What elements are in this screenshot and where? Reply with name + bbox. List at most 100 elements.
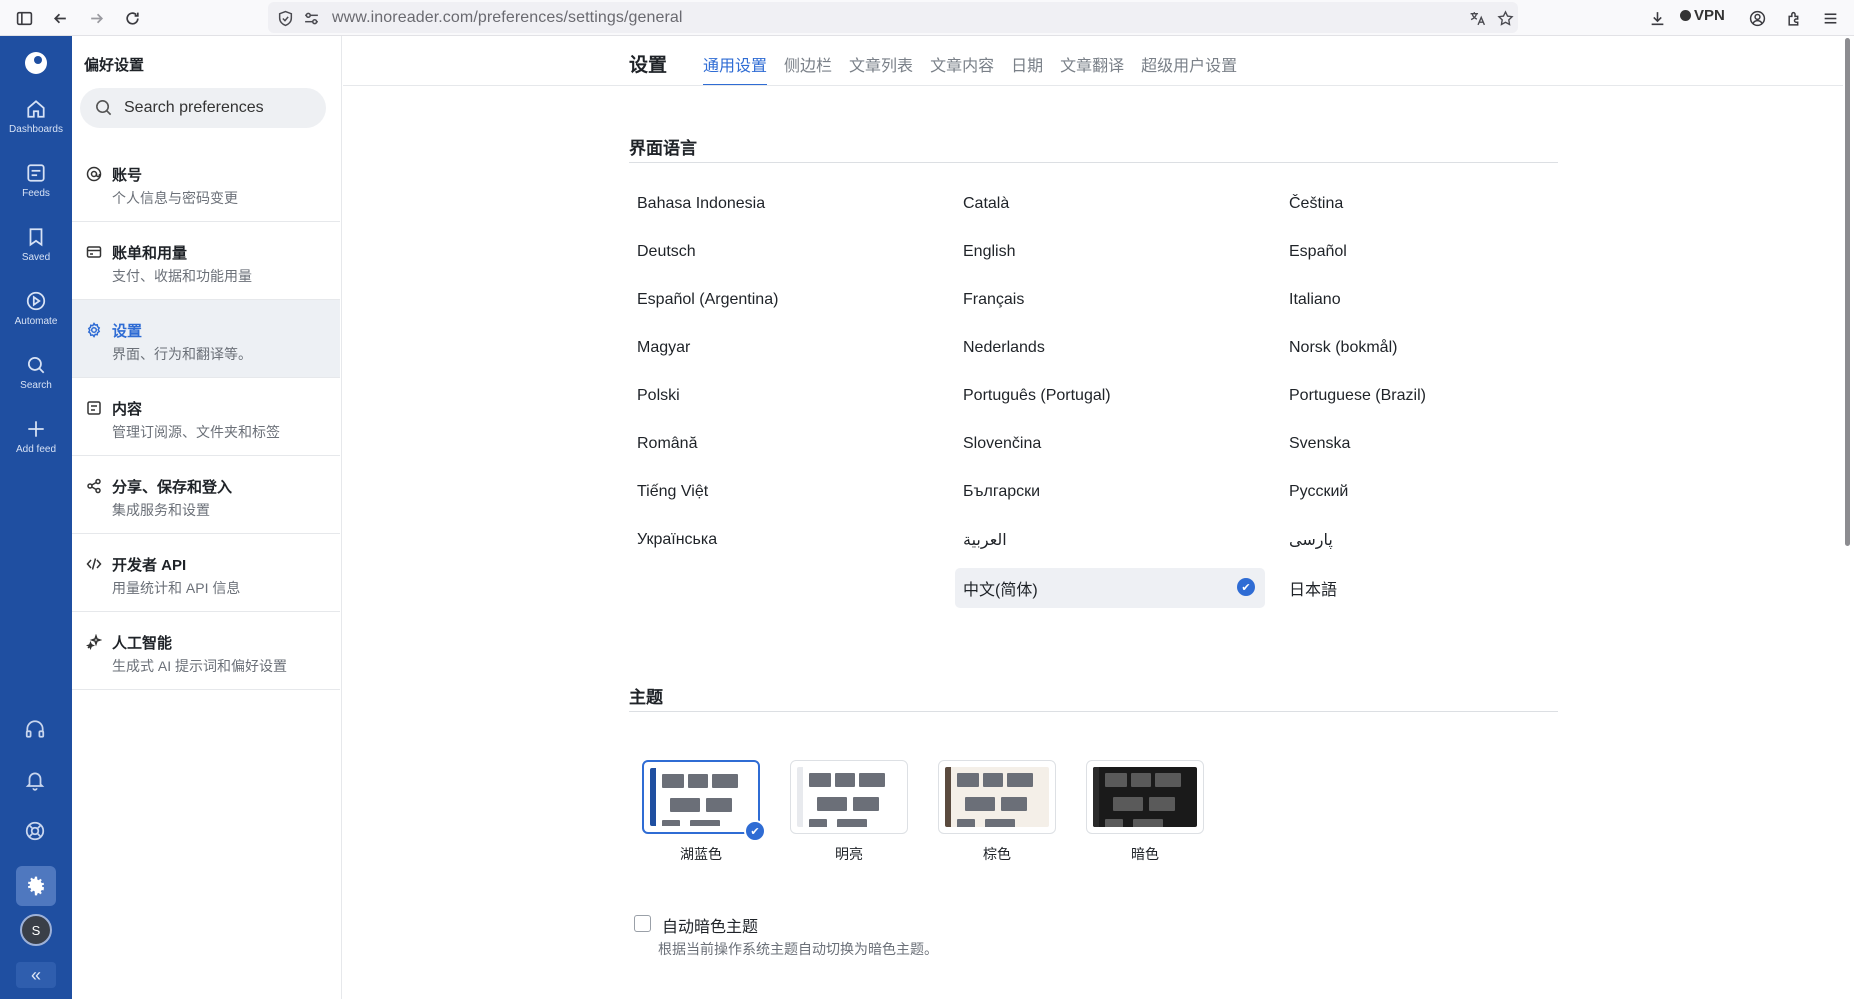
theme-option[interactable]: 明亮 <box>790 760 908 864</box>
theme-preview[interactable]: ✔ <box>642 760 766 842</box>
tab-general[interactable]: 通用设置 <box>703 52 768 86</box>
pref-item-label: 开发者 API <box>112 557 187 574</box>
rail-item-search[interactable]: Search <box>0 348 72 408</box>
rail-item-automate[interactable]: Automate <box>0 284 72 344</box>
language-option[interactable]: العربية <box>955 520 1265 560</box>
language-label: Magyar <box>637 339 691 356</box>
pref-item-billing[interactable]: 账单和用量 支付、收据和功能用量 <box>72 222 340 300</box>
auto-dark-theme-label[interactable]: 自动暗色主题 <box>662 913 758 937</box>
theme-option[interactable]: ✔ 湖蓝色 <box>642 760 766 864</box>
tab-article-content[interactable]: 文章内容 <box>930 52 994 84</box>
language-option[interactable]: Svenska <box>1281 424 1591 464</box>
tab-article-list[interactable]: 文章列表 <box>849 52 913 84</box>
language-option[interactable]: Català <box>955 184 1265 224</box>
translate-icon[interactable] <box>1466 7 1488 29</box>
share-icon <box>86 478 104 496</box>
theme-preview[interactable] <box>938 760 1056 834</box>
theme-preview[interactable] <box>1086 760 1204 834</box>
language-option[interactable]: 中文(简体) ✔ <box>955 568 1265 608</box>
language-label: Portuguese (Brazil) <box>1289 387 1426 404</box>
language-option[interactable]: English <box>955 232 1265 272</box>
language-label: Nederlands <box>963 339 1045 356</box>
language-label: Bahasa Indonesia <box>637 195 766 212</box>
headphones-icon[interactable] <box>24 718 48 742</box>
inoreader-logo-icon[interactable] <box>25 52 47 74</box>
language-option[interactable]: پارسی <box>1281 520 1591 560</box>
reload-icon[interactable] <box>120 6 144 30</box>
pref-item-ai[interactable]: 人工智能 生成式 AI 提示词和偏好设置 <box>72 612 340 690</box>
home-icon <box>27 100 45 118</box>
tab-power-user[interactable]: 超级用户设置 <box>1141 52 1237 84</box>
forward-icon[interactable] <box>84 6 108 30</box>
at-sign-icon <box>86 166 104 184</box>
vpn-button[interactable]: VPN <box>1680 7 1725 24</box>
auto-dark-theme-checkbox[interactable] <box>634 915 651 932</box>
pref-item-label: 人工智能 <box>112 635 173 652</box>
bell-icon[interactable] <box>24 769 48 793</box>
sidebar-toggle-icon[interactable] <box>12 6 36 30</box>
rail-item-add-feed[interactable]: Add feed <box>0 412 72 472</box>
language-option[interactable]: Čeština <box>1281 184 1591 224</box>
language-option[interactable]: Русский <box>1281 472 1591 512</box>
pref-item-account[interactable]: 账号 个人信息与密码变更 <box>72 144 340 222</box>
language-section-title: 界面语言 <box>629 139 697 158</box>
language-option[interactable]: Tiếng Việt <box>629 472 939 512</box>
language-option[interactable]: Български <box>955 472 1265 512</box>
language-label: Slovenčina <box>963 435 1042 452</box>
language-option[interactable]: Español (Argentina) <box>629 280 939 320</box>
preferences-search[interactable] <box>80 88 326 128</box>
language-option[interactable]: Español <box>1281 232 1591 272</box>
language-option[interactable]: Français <box>955 280 1265 320</box>
language-option[interactable]: Polski <box>629 376 939 416</box>
pref-item-sharing[interactable]: 分享、保存和登入 集成服务和设置 <box>72 456 340 534</box>
language-option[interactable]: Nederlands <box>955 328 1265 368</box>
address-bar[interactable]: www.inoreader.com/preferences/settings/g… <box>268 2 1518 33</box>
settings-tabs: 设置 通用设置 侧边栏 文章列表 文章内容 日期 文章翻译 超级用户设置 <box>629 50 1254 86</box>
user-avatar[interactable]: S <box>20 914 52 946</box>
tabs-divider <box>343 85 1843 86</box>
language-option[interactable]: Portuguese (Brazil) <box>1281 376 1591 416</box>
language-label: 中文(简体) <box>963 582 1038 599</box>
language-label: العربية <box>963 532 1007 549</box>
site-settings-icon[interactable] <box>300 7 322 29</box>
bookmark-star-icon[interactable] <box>1494 7 1516 29</box>
theme-label: 暗色 <box>1131 846 1159 862</box>
menu-icon[interactable] <box>1818 6 1842 30</box>
pref-item-settings[interactable]: 设置 界面、行为和翻译等。 <box>72 300 340 378</box>
help-icon[interactable] <box>24 820 48 844</box>
download-icon[interactable] <box>1645 6 1669 30</box>
search-preferences-input[interactable] <box>124 88 314 128</box>
credit-card-icon <box>86 244 104 262</box>
theme-preview[interactable] <box>790 760 908 834</box>
account-icon[interactable] <box>1745 6 1769 30</box>
back-icon[interactable] <box>48 6 72 30</box>
language-option[interactable]: Română <box>629 424 939 464</box>
rail-settings-button[interactable] <box>16 866 56 906</box>
language-option[interactable]: Slovenčina <box>955 424 1265 464</box>
language-option[interactable]: Deutsch <box>629 232 939 272</box>
tab-article-translation[interactable]: 文章翻译 <box>1060 52 1124 84</box>
collapse-sidebar-button[interactable]: « <box>16 962 56 988</box>
rail-item-saved[interactable]: Saved <box>0 220 72 280</box>
search-icon <box>27 356 45 374</box>
scrollbar[interactable] <box>1845 38 1850 546</box>
theme-option[interactable]: 暗色 <box>1086 760 1204 864</box>
pref-item-developer-api[interactable]: 开发者 API 用量统计和 API 信息 <box>72 534 340 612</box>
language-option[interactable]: Italiano <box>1281 280 1591 320</box>
language-option[interactable]: Português (Portugal) <box>955 376 1265 416</box>
language-option[interactable]: Magyar <box>629 328 939 368</box>
theme-option[interactable]: 棕色 <box>938 760 1056 864</box>
rail-item-feeds[interactable]: Feeds <box>0 156 72 216</box>
language-option[interactable]: Українська <box>629 520 939 560</box>
language-option[interactable]: Norsk (bokmål) <box>1281 328 1591 368</box>
rail-item-dashboards[interactable]: Dashboards <box>0 92 72 152</box>
tab-sidebar[interactable]: 侧边栏 <box>784 52 832 84</box>
language-option[interactable]: 日本語 <box>1281 568 1591 608</box>
pref-item-content[interactable]: 内容 管理订阅源、文件夹和标签 <box>72 378 340 456</box>
language-option[interactable]: Bahasa Indonesia <box>629 184 939 224</box>
shield-icon[interactable] <box>274 7 296 29</box>
extensions-icon[interactable] <box>1782 6 1806 30</box>
tab-date[interactable]: 日期 <box>1011 52 1043 84</box>
url-text[interactable]: www.inoreader.com/preferences/settings/g… <box>332 9 683 27</box>
feeds-icon <box>86 400 104 418</box>
